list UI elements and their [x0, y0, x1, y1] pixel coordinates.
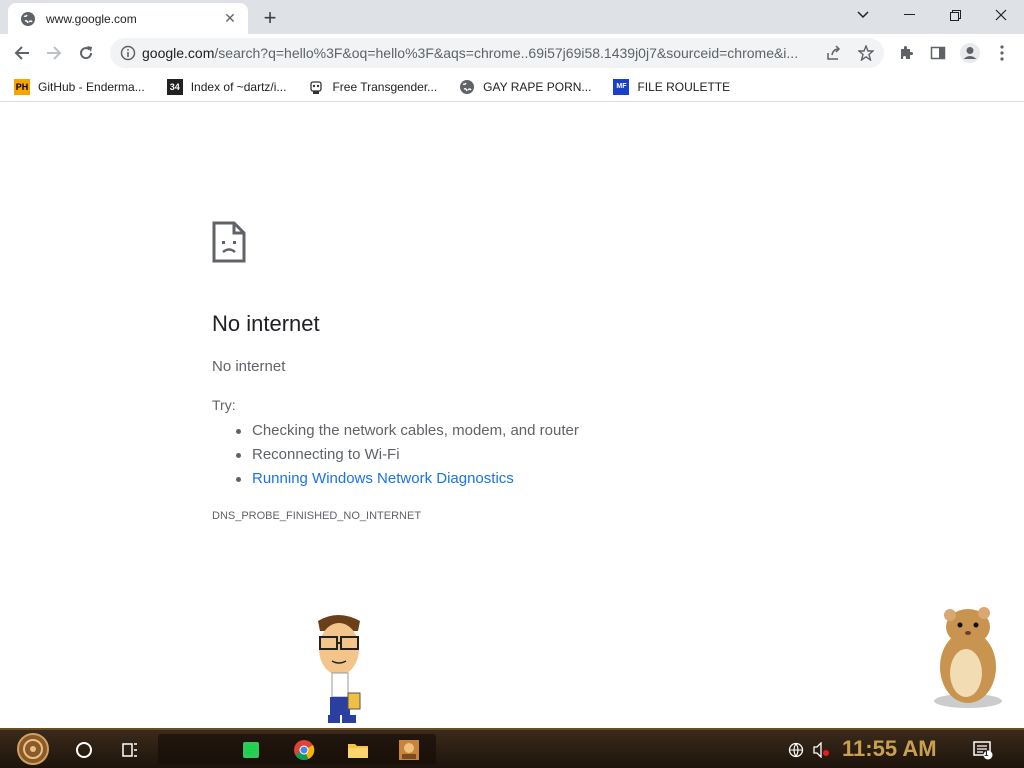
- volume-muted-icon[interactable]: [810, 736, 832, 764]
- close-window-button[interactable]: [978, 0, 1024, 30]
- close-tab-icon[interactable]: ✕: [222, 10, 238, 27]
- tab-search-icon[interactable]: [840, 0, 886, 30]
- share-icon[interactable]: [824, 43, 844, 63]
- bookmark-star-icon[interactable]: [856, 43, 876, 63]
- notification-center-icon[interactable]: 1: [970, 736, 996, 764]
- cartoon-man-image: [308, 611, 368, 729]
- extensions-icon[interactable]: [892, 39, 920, 67]
- restore-button[interactable]: [932, 0, 978, 30]
- side-panel-icon[interactable]: [924, 39, 952, 67]
- browser-window: www.google.com ✕ + google.com/search?q=h…: [0, 0, 1024, 728]
- menu-kebab-icon[interactable]: [988, 39, 1016, 67]
- new-tab-button[interactable]: +: [258, 5, 282, 30]
- bookmark-robot-icon: [308, 79, 324, 95]
- start-button[interactable]: [10, 732, 56, 766]
- bookmark-github[interactable]: PH GitHub - Enderma...: [10, 75, 149, 99]
- suggestion-item: Checking the network cables, modem, and …: [232, 419, 579, 443]
- notification-count: 1: [984, 749, 989, 758]
- sad-page-icon: [212, 221, 246, 263]
- suggestion-item: Reconnecting to Wi-Fi: [232, 443, 579, 467]
- back-button[interactable]: [8, 39, 36, 67]
- bookmark-index[interactable]: 34 Index of ~dartz/i...: [163, 75, 291, 99]
- bookmark-ph-icon: PH: [14, 78, 30, 95]
- tab-strip: www.google.com ✕ +: [0, 0, 1024, 34]
- globe-icon: [20, 11, 36, 27]
- forward-button[interactable]: [40, 39, 68, 67]
- url-text: google.com/search?q=hello%3F&oq=hello%3F…: [142, 45, 799, 61]
- error-subtitle: No internet: [212, 358, 286, 375]
- tab-google[interactable]: www.google.com ✕: [8, 3, 248, 34]
- game-app-icon[interactable]: [396, 736, 422, 764]
- taskbar: 11:55 AM 1: [0, 728, 1024, 768]
- taskbar-clock[interactable]: 11:55 AM: [842, 736, 937, 762]
- bookmarks-bar: PH GitHub - Enderma... 34 Index of ~dart…: [0, 72, 1024, 102]
- task-view-icon[interactable]: [116, 736, 144, 764]
- bookmark-file-roulette[interactable]: MF FILE ROULETTE: [609, 75, 734, 99]
- bookmark-free[interactable]: Free Transgender...: [304, 75, 441, 99]
- file-explorer-icon[interactable]: [344, 736, 372, 764]
- bookmark-index-icon: 34: [166, 78, 183, 95]
- chrome-icon[interactable]: [290, 736, 318, 764]
- info-icon[interactable]: [120, 45, 136, 61]
- bookmark-globe[interactable]: GAY RAPE PORN...: [455, 75, 595, 99]
- suggestion-list: Checking the network cables, modem, and …: [232, 419, 579, 491]
- network-diagnostics-link[interactable]: Running Windows Network Diagnostics: [232, 467, 579, 491]
- network-globe-icon[interactable]: [786, 736, 806, 764]
- page-content: No internet No internet Try: Checking th…: [0, 103, 1024, 728]
- tab-title: www.google.com: [46, 11, 137, 26]
- globe-icon: [459, 79, 475, 95]
- reload-button[interactable]: [72, 39, 100, 67]
- profile-avatar[interactable]: [956, 39, 984, 67]
- error-title: No internet: [212, 311, 320, 336]
- minimize-button[interactable]: [886, 0, 932, 30]
- try-label: Try:: [212, 397, 236, 413]
- notes-app-icon[interactable]: [238, 736, 264, 764]
- hamster-image: [920, 603, 1010, 713]
- search-circle-icon[interactable]: [70, 736, 98, 764]
- address-bar[interactable]: google.com/search?q=hello%3F&oq=hello%3F…: [110, 38, 884, 68]
- bookmark-mf-icon: MF: [613, 78, 630, 95]
- error-code: DNS_PROBE_FINISHED_NO_INTERNET: [212, 510, 422, 522]
